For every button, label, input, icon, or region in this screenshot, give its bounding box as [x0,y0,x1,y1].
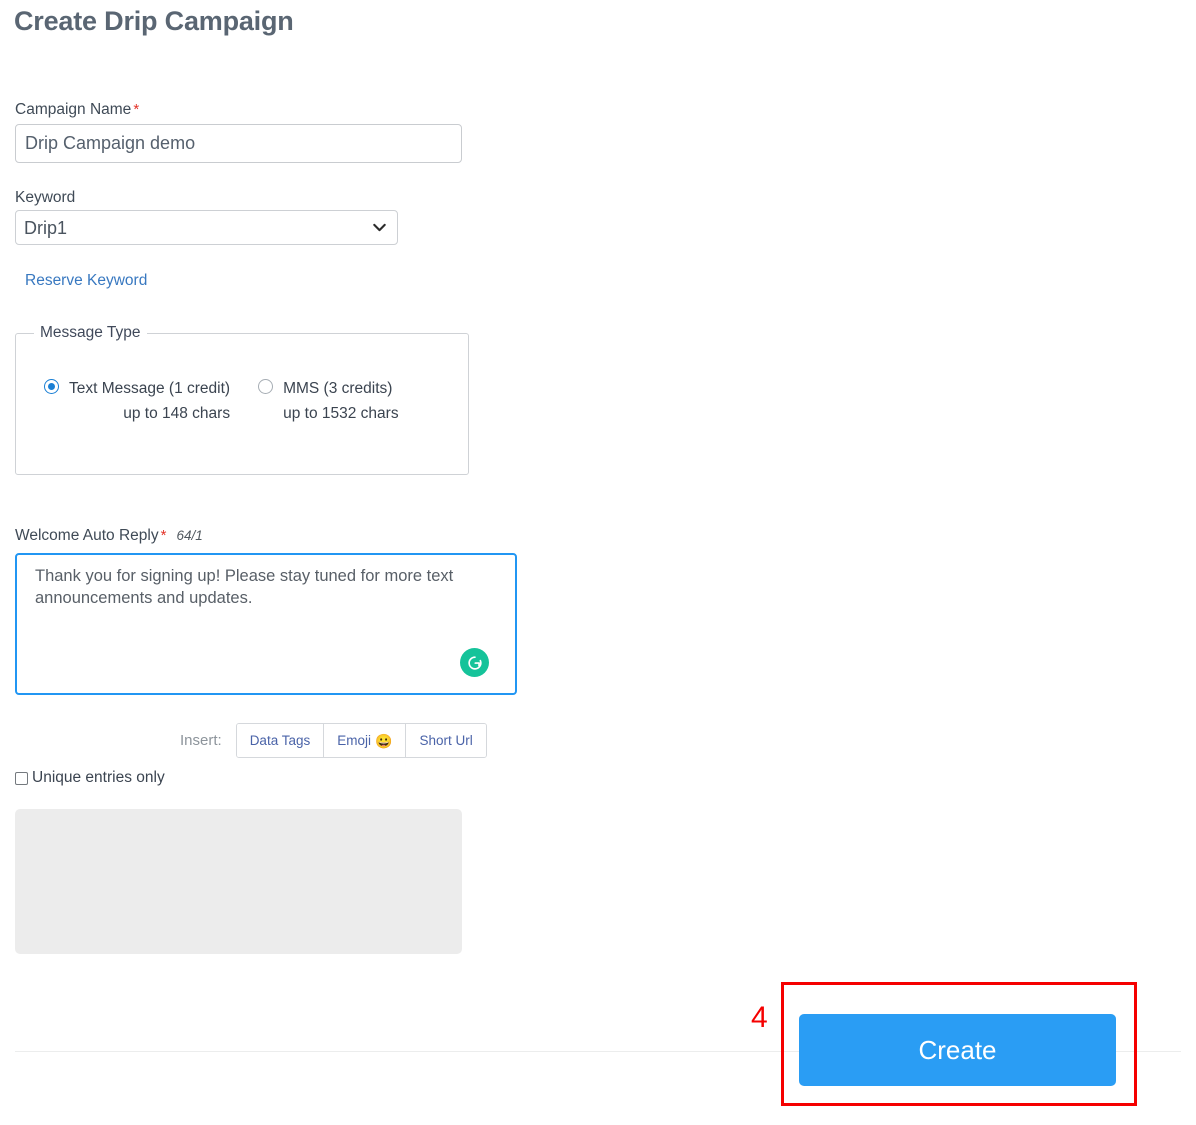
campaign-name-input[interactable] [15,124,462,163]
insert-label: Insert: [180,732,222,749]
insert-emoji-button[interactable]: Emoji 😀 [324,724,407,757]
message-type-legend: Message Type [34,324,147,342]
welcome-auto-reply-wrapper[interactable] [15,553,517,695]
radio-text-message[interactable] [44,379,59,394]
radio-mms[interactable] [258,379,274,394]
campaign-name-label-text: Campaign Name [15,101,132,118]
keyword-select-wrapper[interactable]: Drip1 [15,210,398,245]
welcome-auto-reply-label-row: Welcome Auto Reply * 64/1 [15,528,203,544]
required-asterisk: * [133,101,140,118]
page-title: Create Drip Campaign [14,6,294,36]
insert-data-tags-button[interactable]: Data Tags [236,724,325,757]
radio-mms-title: MMS (3 credits) [283,380,393,397]
welcome-auto-reply-label-text: Welcome Auto Reply [15,527,159,544]
attachment-preview-panel [15,809,462,954]
insert-emoji-label: Emoji [337,733,371,748]
smiley-face-icon: 😀 [375,732,393,749]
annotation-step-number: 4 [751,1001,768,1034]
message-type-option-mms[interactable]: MMS (3 credits) up to 1532 chars [258,376,399,426]
insert-short-url-label: Short Url [419,733,473,748]
insert-button-group: Data Tags Emoji 😀 Short Url [235,723,487,758]
keyword-select[interactable]: Drip1 [15,210,398,245]
required-asterisk: * [160,527,167,544]
grammarly-icon[interactable] [460,648,489,677]
unique-entries-checkbox[interactable] [15,771,28,785]
unique-entries-label: Unique entries only [32,769,165,786]
create-button[interactable]: Create [799,1014,1116,1086]
campaign-name-label: Campaign Name * [15,102,139,118]
radio-text-message-label: Text Message (1 credit) up to 148 chars [69,376,230,426]
message-type-fieldset: Message Type Text Message (1 credit) up … [15,324,469,475]
unique-entries-row[interactable]: Unique entries only [15,769,165,787]
message-type-option-text[interactable]: Text Message (1 credit) up to 148 chars [44,376,230,426]
radio-mms-label: MMS (3 credits) up to 1532 chars [283,376,398,426]
message-type-options: Text Message (1 credit) up to 148 chars … [16,376,468,426]
reserve-keyword-link[interactable]: Reserve Keyword [25,272,147,290]
radio-text-message-sub: up to 148 chars [123,405,231,423]
welcome-auto-reply-label: Welcome Auto Reply * [15,528,166,544]
radio-text-message-title: Text Message (1 credit) [69,380,231,397]
keyword-label: Keyword [15,189,76,206]
welcome-auto-reply-textarea[interactable] [17,555,515,693]
insert-toolbar: Insert: Data Tags Emoji 😀 Short Url [180,723,487,758]
insert-data-tags-label: Data Tags [249,733,311,748]
insert-short-url-button[interactable]: Short Url [406,724,486,757]
radio-mms-sub: up to 1532 chars [283,405,399,423]
character-counter: 64/1 [176,528,203,543]
